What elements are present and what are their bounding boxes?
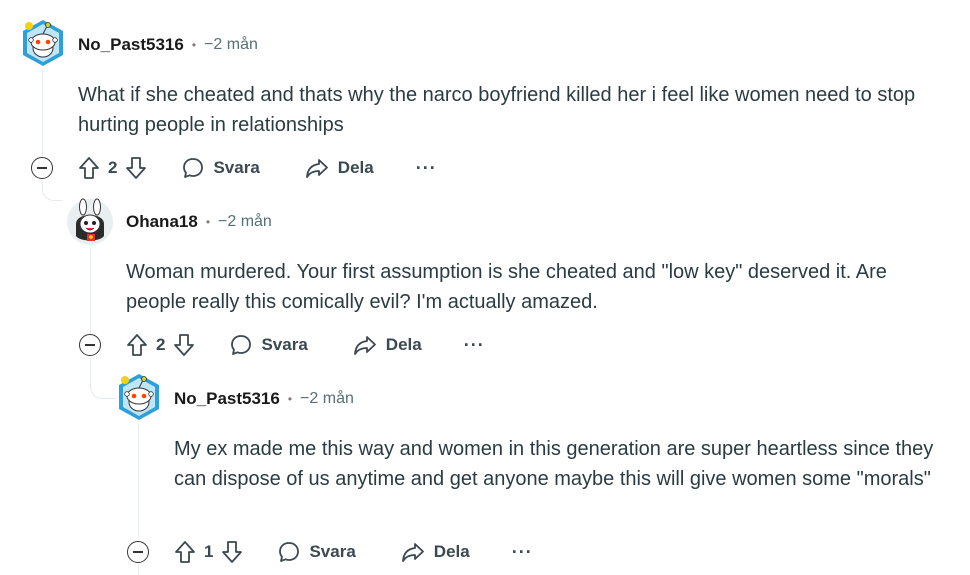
vote-count: 2: [156, 335, 166, 354]
thread-line: [90, 248, 91, 334]
reply-label: Svara: [213, 158, 260, 177]
more-options-button[interactable]: ···: [464, 335, 485, 356]
reply-label: Svara: [309, 542, 356, 561]
thread-line: [42, 70, 43, 156]
upvote-button[interactable]: [126, 333, 148, 357]
timestamp[interactable]: −2 mån: [218, 213, 272, 231]
upvote-icon: [175, 541, 195, 563]
reply-button[interactable]: Svara: [181, 156, 260, 180]
separator-dot: •: [205, 215, 211, 229]
vote-group: 1: [174, 540, 243, 564]
thread-line: [138, 425, 139, 537]
separator-dot: •: [287, 392, 293, 406]
comment-body: What if she cheated and thats why the na…: [78, 84, 916, 136]
collapse-button[interactable]: [79, 334, 101, 356]
share-arrow-icon: [353, 336, 376, 355]
upvote-button[interactable]: [78, 156, 100, 180]
share-arrow-icon: [401, 543, 424, 562]
username[interactable]: No_Past5316: [78, 35, 184, 55]
vote-count: 2: [108, 158, 118, 177]
share-label: Dela: [433, 542, 470, 561]
downvote-icon: [222, 541, 243, 563]
comment-body: My ex made me this way and women in this…: [174, 438, 934, 490]
bunny-avatar-icon: [67, 198, 113, 245]
more-options-button[interactable]: ···: [416, 158, 437, 179]
avatar[interactable]: [19, 18, 67, 66]
more-icon: ···: [463, 334, 485, 355]
share-arrow-icon: [305, 159, 328, 178]
separator-dot: •: [191, 38, 197, 52]
username[interactable]: Ohana18: [126, 212, 198, 232]
share-button[interactable]: Dela: [352, 333, 422, 357]
comment-meta: Ohana18 • −2 mån: [126, 212, 272, 232]
share-button[interactable]: Dela: [304, 156, 374, 180]
speech-bubble-icon: [183, 158, 204, 178]
collapse-button[interactable]: [31, 157, 53, 179]
avatar[interactable]: [115, 372, 163, 420]
timestamp[interactable]: −2 mån: [204, 36, 258, 54]
speech-bubble-icon: [279, 542, 300, 562]
vote-count: 1: [204, 542, 214, 561]
share-label: Dela: [337, 158, 374, 177]
avatar[interactable]: [66, 198, 114, 246]
vote-group: 2: [126, 333, 195, 357]
speech-bubble-icon: [231, 335, 252, 355]
upvote-button[interactable]: [174, 540, 196, 564]
upvote-icon: [127, 334, 147, 356]
snoo-avatar-icon: [119, 374, 159, 420]
more-options-button[interactable]: ···: [512, 542, 533, 563]
downvote-button[interactable]: [125, 156, 147, 180]
reply-button[interactable]: Svara: [277, 540, 356, 564]
comment-meta: No_Past5316 • −2 mån: [78, 35, 258, 55]
downvote-button[interactable]: [221, 540, 243, 564]
comment-actions: 1 Svara Dela ···: [174, 538, 533, 566]
downvote-button[interactable]: [173, 333, 195, 357]
thread-line: [138, 565, 139, 575]
snoo-avatar-icon: [23, 20, 63, 66]
comment-meta: No_Past5316 • −2 mån: [174, 389, 354, 409]
username[interactable]: No_Past5316: [174, 389, 280, 409]
timestamp[interactable]: −2 mån: [300, 390, 354, 408]
thread-connector: [42, 182, 63, 201]
thread-connector: [90, 358, 117, 399]
downvote-icon: [174, 334, 195, 356]
reply-button[interactable]: Svara: [229, 333, 308, 357]
collapse-button[interactable]: [127, 541, 149, 563]
more-icon: ···: [511, 541, 533, 562]
upvote-icon: [79, 157, 99, 179]
reply-label: Svara: [261, 335, 308, 354]
vote-group: 2: [78, 156, 147, 180]
comment-actions: 2 Svara Dela ···: [78, 154, 437, 182]
downvote-icon: [126, 157, 147, 179]
more-icon: ···: [415, 157, 437, 178]
comment-actions: 2 Svara Dela ···: [126, 331, 485, 359]
share-button[interactable]: Dela: [400, 540, 470, 564]
share-label: Dela: [385, 335, 422, 354]
comment-body: Woman murdered. Your first assumption is…: [126, 261, 887, 313]
